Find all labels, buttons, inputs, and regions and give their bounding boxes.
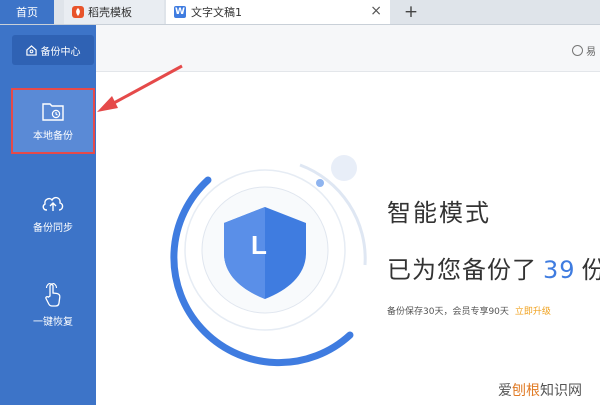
retention-text: 备份保存30天，会员专享90天 (387, 307, 509, 317)
watermark: 爱刨根知识网 (498, 380, 582, 400)
backup-suffix: 份 (581, 256, 600, 284)
watermark-part3: 知识网 (540, 383, 582, 399)
backup-prefix: 已为您备份了 (387, 256, 537, 284)
retention-note: 备份保存30天，会员专享90天 立即升级 (387, 304, 551, 317)
backup-summary: 已为您备份了 39 份 (387, 250, 600, 285)
mode-title: 智能模式 (387, 199, 491, 227)
watermark-part1: 爱 (498, 383, 512, 399)
backup-count: 39 (543, 256, 576, 284)
upgrade-link[interactable]: 立即升级 (515, 307, 551, 317)
shield-letter: L (251, 230, 267, 260)
watermark-part2: 刨根 (512, 383, 540, 399)
